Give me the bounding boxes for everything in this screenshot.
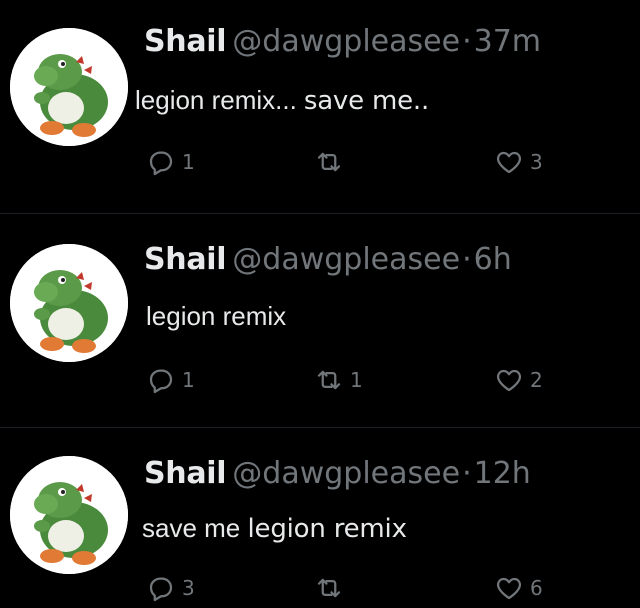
timestamp[interactable]: 6h xyxy=(474,242,512,277)
reply-icon xyxy=(149,577,173,602)
tweet-item[interactable]: Shail @dawgpleasee·12h save me legion rem… xyxy=(0,428,640,604)
reply-button[interactable]: 3 xyxy=(146,568,195,608)
tweet-item[interactable]: Shail @dawgpleasee·37m legion remix... sav… xyxy=(0,0,640,214)
heart-icon xyxy=(496,151,522,174)
tweet-actions: 3 6 xyxy=(0,568,640,608)
avatar[interactable] xyxy=(10,244,128,362)
display-name[interactable]: Shail xyxy=(144,456,227,491)
tweet-header: Shail @dawgpleasee·12h xyxy=(144,456,531,492)
like-count: 3 xyxy=(530,150,543,174)
tweet-header: Shail @dawgpleasee·6h xyxy=(144,242,512,278)
reply-button[interactable]: 1 xyxy=(146,142,195,182)
tweet-item[interactable]: Shail @dawgpleasee·6h legion remix 1 1 2 xyxy=(0,214,640,428)
tweet-text-extra: legion remix xyxy=(247,514,407,544)
header-separator: · xyxy=(462,242,472,277)
retweet-button[interactable]: 1 xyxy=(314,360,363,400)
tweet-actions: 1 1 2 xyxy=(0,360,640,400)
reply-icon xyxy=(149,369,173,394)
user-handle[interactable]: @dawgpleasee xyxy=(232,456,460,491)
retweet-icon xyxy=(317,370,341,390)
dinosaur-avatar-icon xyxy=(10,244,128,362)
user-handle[interactable]: @dawgpleasee xyxy=(232,24,460,59)
reply-button[interactable]: 1 xyxy=(146,360,195,400)
tweet-text-main: legion remix... xyxy=(135,85,297,115)
like-count: 6 xyxy=(530,576,543,600)
tweet-header: Shail @dawgpleasee·37m xyxy=(144,24,541,60)
user-handle[interactable]: @dawgpleasee xyxy=(232,242,460,277)
tweet-text: legion remix xyxy=(146,300,286,333)
timestamp[interactable]: 37m xyxy=(474,24,541,59)
retweet-button[interactable] xyxy=(314,568,350,608)
like-button[interactable]: 6 xyxy=(494,568,543,608)
reply-count: 3 xyxy=(182,576,195,600)
dinosaur-avatar-icon xyxy=(10,456,128,574)
header-separator: · xyxy=(462,24,472,59)
tweet-text-main: legion remix xyxy=(146,301,287,331)
reply-icon xyxy=(149,151,173,176)
reply-count: 1 xyxy=(182,368,195,392)
tweet-text: save me legion remix xyxy=(142,512,407,545)
tweet-actions: 1 3 xyxy=(0,142,640,182)
retweet-button[interactable] xyxy=(314,142,350,182)
like-button[interactable]: 3 xyxy=(494,142,543,182)
like-count: 2 xyxy=(530,368,543,392)
heart-icon xyxy=(496,369,522,392)
timestamp[interactable]: 12h xyxy=(474,456,531,491)
display-name[interactable]: Shail xyxy=(144,24,227,59)
display-name[interactable]: Shail xyxy=(144,242,227,277)
tweet-text: legion remix... save me.. xyxy=(135,84,429,117)
like-button[interactable]: 2 xyxy=(494,360,543,400)
header-separator: · xyxy=(462,456,472,491)
tweet-feed: Shail @dawgpleasee·37m legion remix... sav… xyxy=(0,0,640,604)
avatar[interactable] xyxy=(10,28,128,146)
reply-count: 1 xyxy=(182,150,195,174)
avatar[interactable] xyxy=(10,456,128,574)
dinosaur-avatar-icon xyxy=(10,28,128,146)
tweet-text-main: save me xyxy=(142,513,241,543)
retweet-count: 1 xyxy=(350,368,363,392)
tweet-text-extra: save me.. xyxy=(303,86,430,116)
retweet-icon xyxy=(317,578,341,598)
heart-icon xyxy=(496,577,522,600)
retweet-icon xyxy=(317,152,341,172)
